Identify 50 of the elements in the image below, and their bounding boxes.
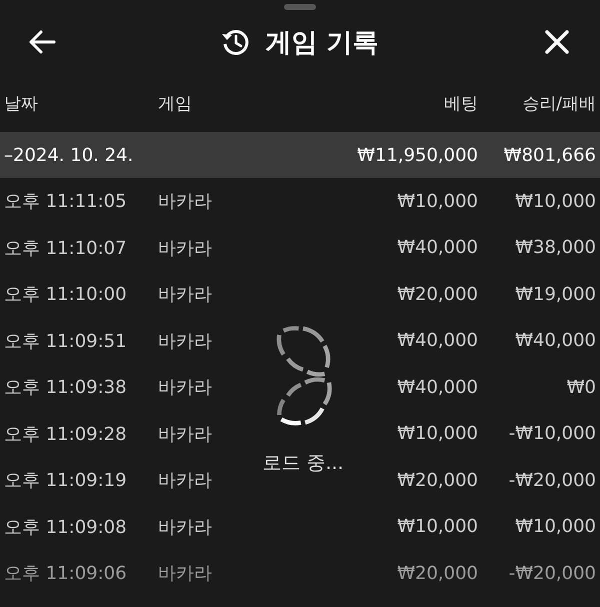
time-cell-text: 오후 11:09:08 bbox=[4, 516, 128, 539]
time-cell-text: 오후 11:10:07 bbox=[4, 236, 128, 260]
game-cell-text: 바카라 bbox=[158, 190, 213, 214]
game-cell-text: 바카라 bbox=[158, 562, 213, 586]
bet-cell-text: ₩20,000 bbox=[396, 470, 478, 491]
loading-label: 로드 중... bbox=[262, 451, 344, 476]
time-cell-text: 오후 11:09:38 bbox=[4, 376, 128, 400]
result-cell-text: -₩20,000 bbox=[508, 562, 596, 584]
game-cell-text: 바카라 bbox=[158, 376, 213, 400]
group-result-total: ₩801,666 bbox=[502, 144, 596, 166]
close-icon[interactable] bbox=[544, 29, 570, 55]
column-header: 승리/패배 bbox=[521, 92, 596, 114]
result-cell-text: -₩20,000 bbox=[508, 470, 596, 491]
date-group-row[interactable]: –2024. 10. 24. ₩11,950,000 ₩801,666 bbox=[0, 132, 600, 178]
bet-cell-text: ₩10,000 bbox=[396, 190, 478, 212]
result-cell-text: ₩10,000 bbox=[514, 190, 596, 212]
time-cell-text: 오후 11:11:05 bbox=[4, 190, 128, 214]
result-cell-text: ₩38,000 bbox=[514, 237, 596, 258]
game-cell-text: 바카라 bbox=[158, 283, 213, 306]
time-cell-text: 오후 11:09:28 bbox=[4, 422, 128, 446]
game-cell-text: 바카라 bbox=[158, 516, 213, 539]
bet-cell-text: ₩10,000 bbox=[396, 516, 478, 538]
result-cell-text: ₩0 bbox=[566, 376, 596, 398]
result-cell-text: ₩19,000 bbox=[514, 284, 596, 305]
column-header: 날짜 bbox=[4, 92, 39, 114]
time-cell-text: 오후 11:09:51 bbox=[4, 330, 128, 353]
group-bet-total: ₩11,950,000 bbox=[356, 144, 478, 166]
window-title: 게임 기록 bbox=[265, 26, 379, 60]
game-cell-text: 바카라 bbox=[158, 469, 213, 492]
result-cell-text: ₩40,000 bbox=[514, 330, 596, 352]
time-cell-text: 오후 11:10:00 bbox=[4, 283, 128, 306]
time-cell-text: 오후 11:09:19 bbox=[4, 469, 128, 492]
result-cell-text: -₩10,000 bbox=[508, 423, 596, 444]
group-date: –2024. 10. 24. bbox=[4, 144, 134, 166]
bet-cell-text: ₩40,000 bbox=[396, 376, 478, 398]
history-icon bbox=[221, 28, 250, 56]
drag-handle[interactable] bbox=[284, 4, 316, 10]
column-header: 베팅 bbox=[443, 92, 478, 114]
back-icon[interactable] bbox=[28, 30, 56, 54]
game-cell-text: 바카라 bbox=[158, 422, 213, 446]
bet-cell-text: ₩20,000 bbox=[396, 284, 478, 305]
time-cell-text: 오후 11:09:06 bbox=[4, 562, 128, 586]
column-header: 게임 bbox=[158, 92, 193, 114]
bet-cell-text: ₩40,000 bbox=[396, 330, 478, 352]
game-cell-text: 바카라 bbox=[158, 330, 213, 353]
game-cell-text: 바카라 bbox=[158, 236, 213, 260]
bet-cell-text: ₩40,000 bbox=[396, 237, 478, 258]
bet-cell-text: ₩20,000 bbox=[396, 562, 478, 584]
bet-cell-text: ₩10,000 bbox=[396, 423, 478, 444]
result-cell-text: ₩10,000 bbox=[514, 516, 596, 538]
